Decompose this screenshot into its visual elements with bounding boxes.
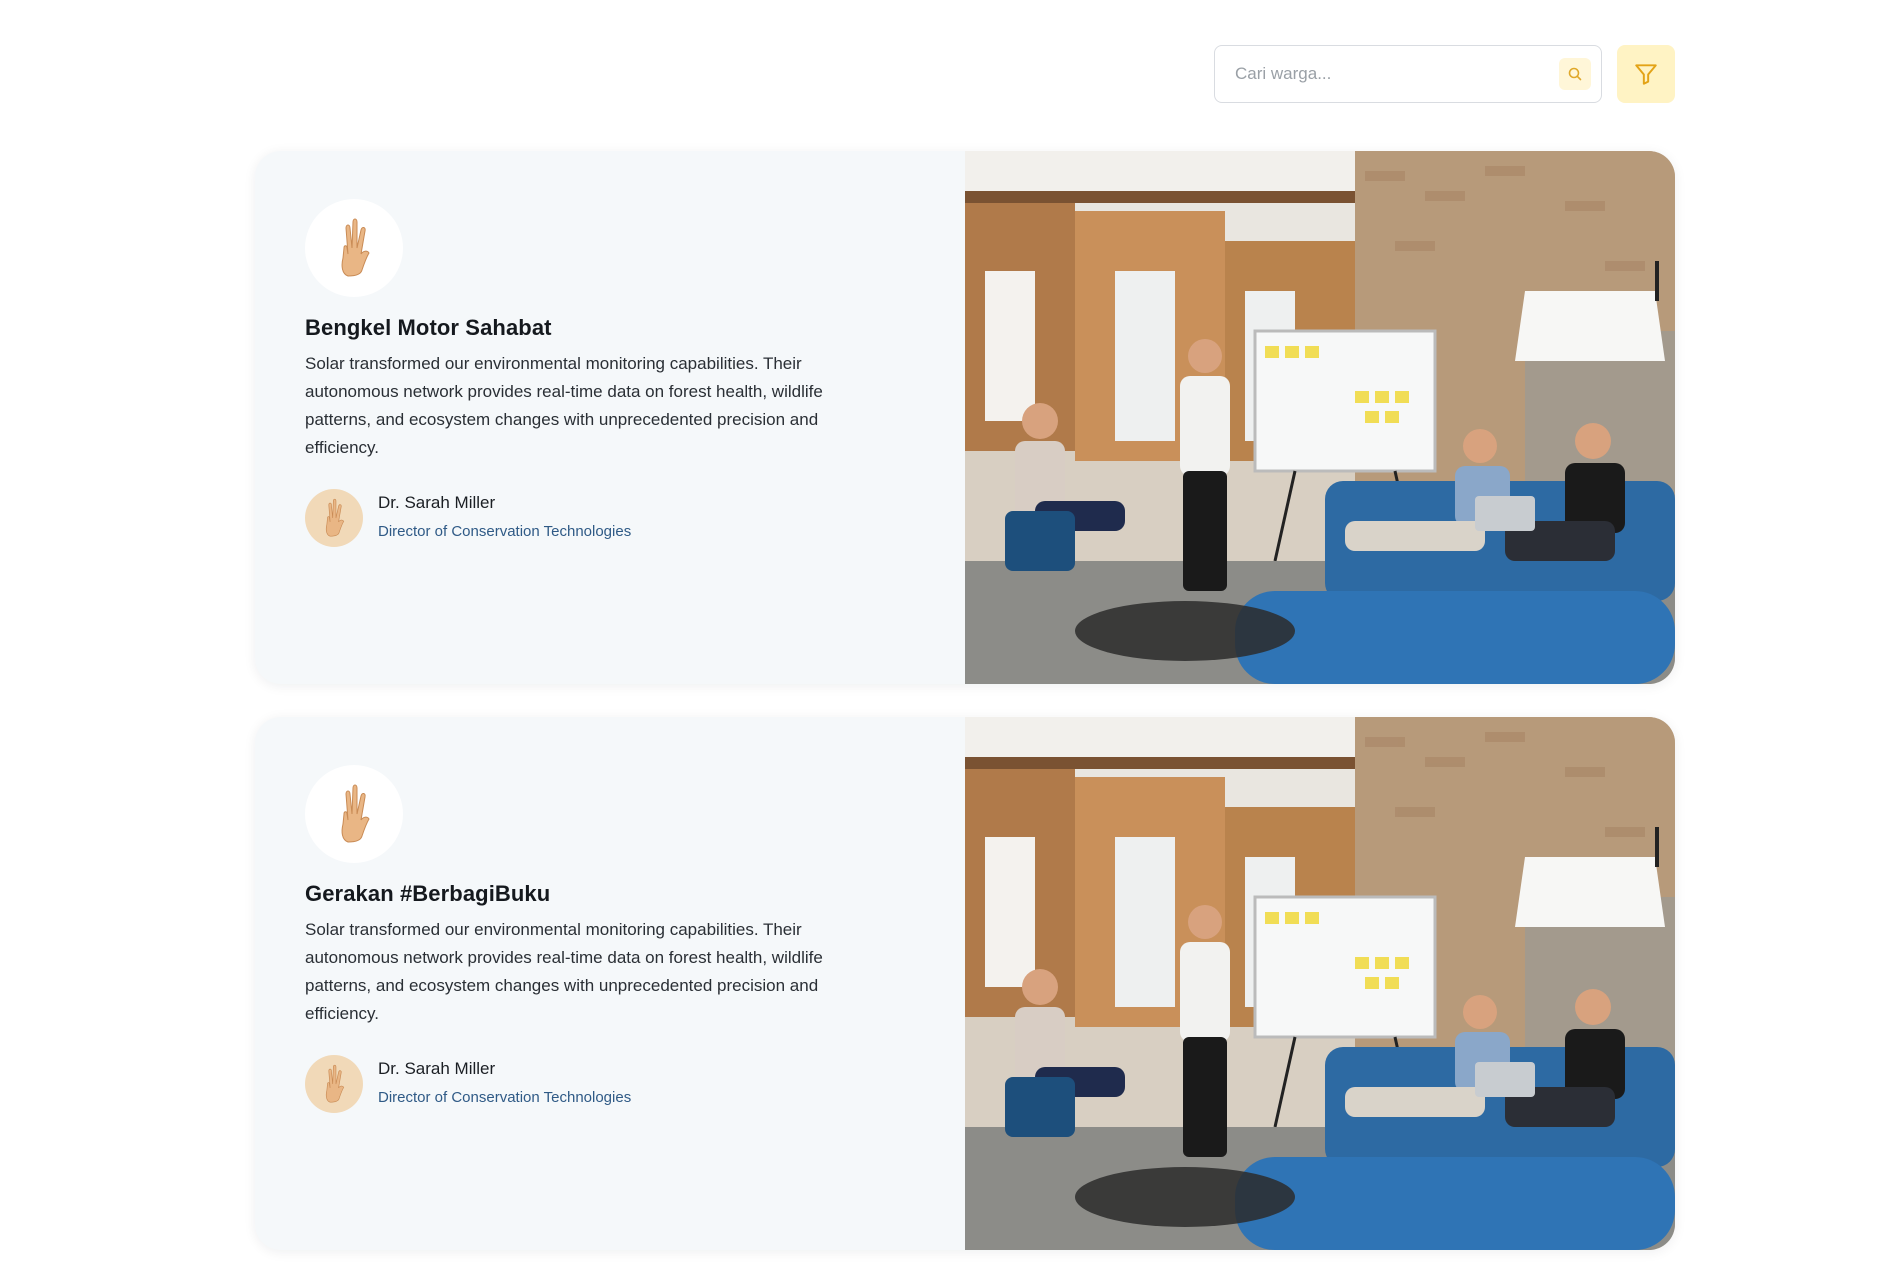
card-title: Bengkel Motor Sahabat	[305, 315, 552, 340]
card-avatar	[305, 765, 403, 863]
search-icon	[1567, 66, 1583, 82]
testimonial-card: Gerakan #BerbagiBuku Solar transformed o…	[255, 717, 1675, 1250]
search-input[interactable]	[1215, 46, 1545, 102]
person-name: Dr. Sarah Miller	[378, 1059, 496, 1078]
filter-button[interactable]	[1617, 45, 1675, 103]
person-avatar	[305, 1055, 363, 1113]
card-description: Solar transformed our environmental moni…	[305, 920, 823, 1023]
hand-peace-icon	[334, 783, 374, 845]
card-description: Solar transformed our environmental moni…	[305, 354, 823, 457]
hand-peace-icon	[321, 1064, 347, 1104]
testimonial-card: Bengkel Motor Sahabat Solar transformed …	[255, 151, 1675, 684]
search-bar	[1214, 45, 1602, 103]
filter-icon	[1633, 61, 1659, 87]
person-role: Director of Conservation Technologies	[378, 523, 632, 540]
person-name: Dr. Sarah Miller	[378, 493, 496, 512]
card-avatar	[305, 199, 403, 297]
person-avatar	[305, 489, 363, 547]
hand-peace-icon	[321, 498, 347, 538]
person-role: Director of Conservation Technologies	[378, 1089, 632, 1106]
hand-peace-icon	[334, 217, 374, 279]
page: Bengkel Motor Sahabat Solar transformed …	[0, 0, 1897, 1280]
office-photo	[965, 717, 1675, 1250]
card-title: Gerakan #BerbagiBuku	[305, 881, 551, 906]
search-button[interactable]	[1559, 58, 1591, 90]
office-photo	[965, 151, 1675, 684]
